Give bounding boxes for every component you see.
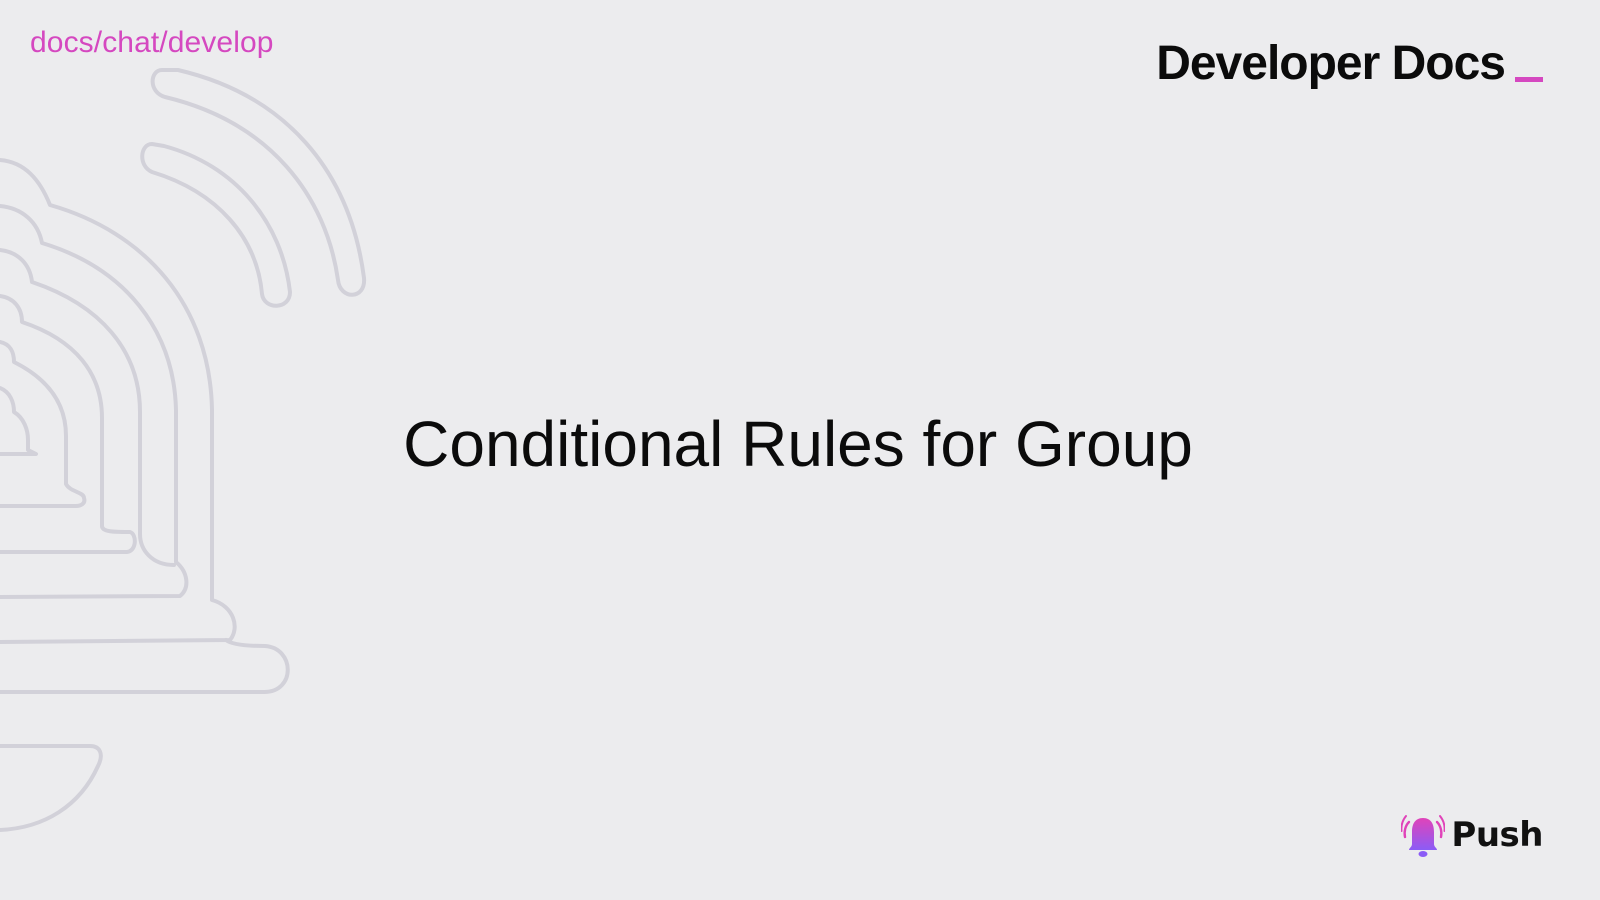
page-title: Conditional Rules for Group	[403, 408, 1193, 480]
brand-header: Developer Docs	[1156, 40, 1543, 88]
brand-title: Developer Docs	[1156, 37, 1506, 90]
push-logo: Push	[1401, 812, 1543, 858]
cursor-underscore-icon	[1515, 77, 1543, 82]
breadcrumb[interactable]: docs/chat/develop	[30, 28, 274, 58]
logo-text: Push	[1451, 815, 1543, 855]
bell-icon	[1401, 815, 1446, 857]
